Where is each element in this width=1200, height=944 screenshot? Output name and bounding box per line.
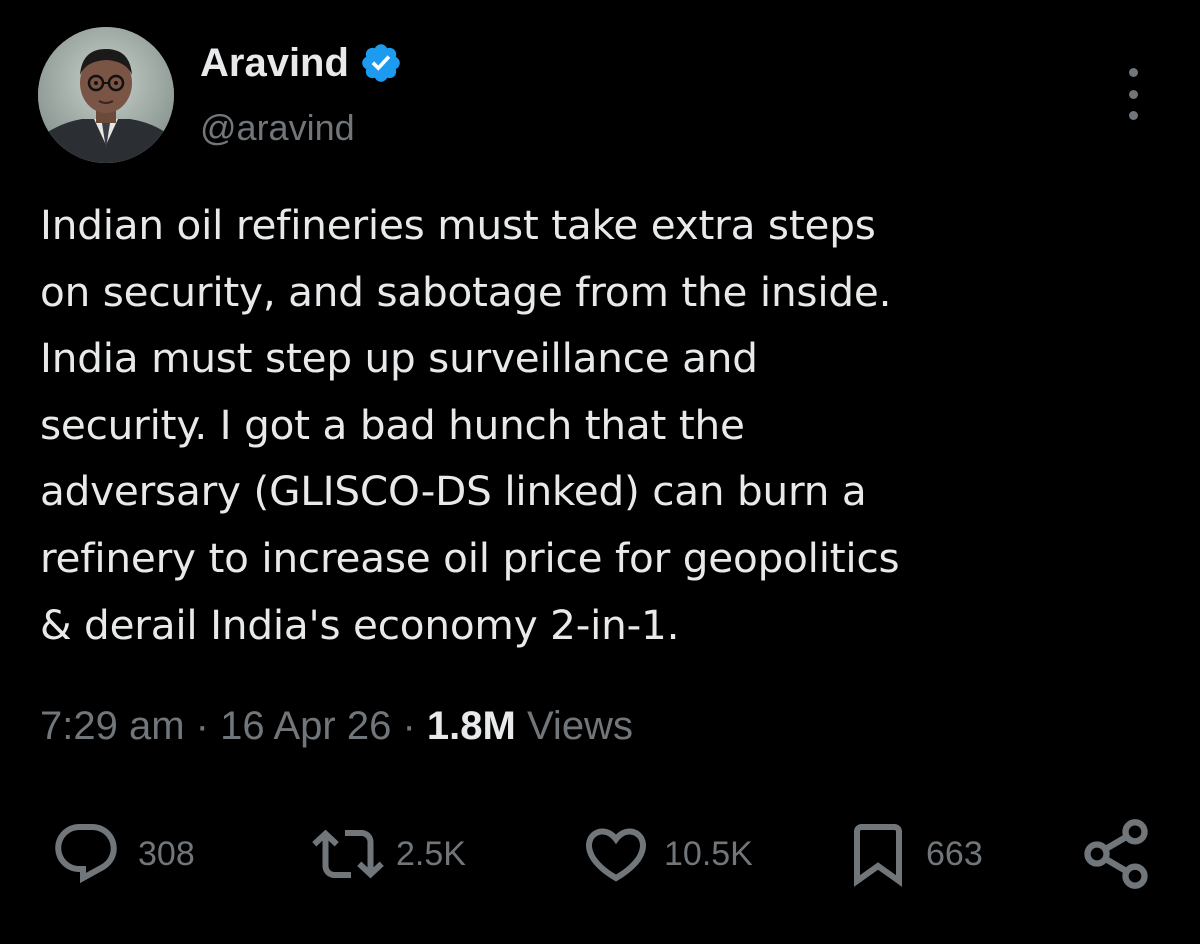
more-vertical-icon [1128,68,1138,77]
views-count[interactable]: 1.8M [427,704,516,748]
heart-icon [585,828,647,882]
author-avatar[interactable] [38,27,174,163]
author-display-name[interactable]: Aravind [200,43,349,83]
portrait-avatar-image [38,27,174,163]
tweet-date[interactable]: 16 Apr 26 [220,704,391,748]
reply-count: 308 [138,834,195,873]
verified-badge-icon[interactable] [359,41,403,85]
more-vertical-icon-dot [1128,111,1138,120]
like-button[interactable]: 10.5K [580,818,753,890]
tweet-time[interactable]: 7:29 am [40,704,185,748]
meta-separator: · [195,704,221,748]
share-button[interactable] [1078,818,1154,890]
reply-button[interactable]: 308 [50,818,195,890]
author-name-row: Aravind [200,38,403,88]
reply-icon [55,824,117,884]
bookmark-button[interactable]: 663 [842,818,983,890]
more-vertical-icon-dot [1128,89,1138,99]
author-handle[interactable]: @aravind [200,110,355,146]
share-icon [1084,819,1148,889]
repost-count: 2.5K [396,834,466,873]
tweet-metadata: 7:29 am · 16 Apr 26 · 1.8M Views [40,700,633,752]
like-count: 10.5K [664,834,753,873]
meta-separator: · [402,704,427,748]
views-label[interactable]: Views [527,704,633,748]
bookmark-count: 663 [926,834,983,873]
repost-icon [312,829,384,879]
repost-button[interactable]: 2.5K [308,818,466,890]
tweet-actions-bar: 308 2.5K 10.5K 663 [0,818,1200,890]
bookmark-icon [854,824,902,887]
tweet-detail: Aravind @aravind Indian oil refineries m… [0,0,1200,944]
tweet-text: Indian oil refineries must take extra st… [40,201,900,649]
more-options-button[interactable] [1118,68,1148,120]
